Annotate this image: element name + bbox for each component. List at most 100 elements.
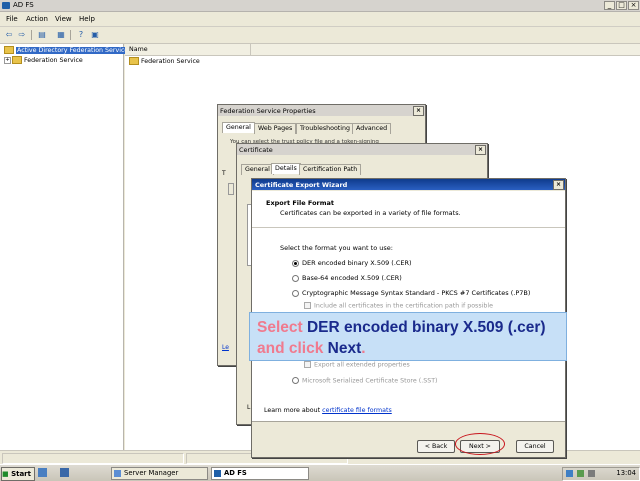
notification-icon[interactable] — [577, 470, 584, 477]
window-titlebar: AD FS _ □ × — [0, 0, 640, 12]
instruction-click: and click — [257, 340, 328, 357]
windows-logo-icon: ■ — [2, 470, 9, 478]
radio-sst[interactable] — [292, 377, 299, 384]
option-der-label: DER encoded binary X.509 (.CER) — [302, 259, 412, 267]
tab-general[interactable]: General — [222, 122, 255, 133]
menu-file[interactable]: File — [6, 15, 18, 23]
tab-web-pages[interactable]: Web Pages — [254, 123, 297, 134]
instruction-callout: Select DER encoded binary X.509 (.cer) a… — [249, 312, 567, 361]
powershell-quicklaunch-icon[interactable] — [60, 468, 69, 477]
certificate-dialog-title: Certificate — [239, 146, 273, 154]
tree-item-federation-service[interactable]: + Federation Service — [4, 56, 83, 64]
folder-icon — [12, 56, 22, 64]
task-server-manager-label: Server Manager — [124, 469, 179, 477]
start-button[interactable]: ■ Start — [1, 467, 35, 481]
menu-help[interactable]: Help — [79, 15, 95, 23]
network-icon[interactable] — [566, 470, 573, 477]
toolbar-separator — [31, 30, 32, 40]
export-wizard-titlebar: Certificate Export Wizard × — [252, 179, 565, 190]
option-base64[interactable]: Base-64 encoded X.509 (.CER) — [292, 274, 402, 282]
back-button[interactable]: < Back — [417, 440, 455, 453]
instruction-next: Next — [327, 340, 362, 357]
option-pkcs7-label: Cryptographic Message Syntax Standard - … — [302, 289, 531, 297]
tab-general[interactable]: General — [241, 164, 274, 175]
option-base64-label: Base-64 encoded X.509 (.CER) — [302, 274, 402, 282]
export-extended-checkbox[interactable]: Export all extended properties — [304, 361, 410, 369]
properties-dialog-titlebar: Federation Service Properties × — [218, 105, 425, 116]
properties-dialog-title: Federation Service Properties — [220, 107, 316, 115]
list-item-label: Federation Service — [141, 58, 200, 65]
export-list-icon[interactable]: ▦ — [56, 30, 66, 40]
checkbox[interactable] — [304, 361, 311, 368]
wizard-heading: Export File Format — [266, 199, 335, 207]
certificate-dialog-titlebar: Certificate × — [237, 144, 487, 155]
taskbar: ■ Start Server Manager AD FS 13:04 — [0, 464, 640, 481]
app-icon — [2, 2, 10, 9]
volume-icon[interactable] — [588, 470, 595, 477]
radio-base64[interactable] — [292, 274, 299, 282]
close-icon[interactable]: × — [413, 106, 424, 116]
certificate-label: L — [247, 404, 251, 411]
properties-field[interactable] — [228, 183, 234, 195]
export-extended-label: Export all extended properties — [314, 361, 410, 369]
task-server-manager[interactable]: Server Manager — [111, 467, 208, 480]
close-icon[interactable]: × — [553, 180, 564, 190]
option-pkcs7[interactable]: Cryptographic Message Syntax Standard - … — [292, 289, 530, 297]
menu-view[interactable]: View — [55, 15, 72, 23]
menu-action[interactable]: Action — [26, 15, 48, 23]
tab-troubleshooting[interactable]: Troubleshooting — [296, 123, 355, 134]
instruction-select: Select — [257, 319, 307, 336]
clock[interactable]: 13:04 — [616, 469, 636, 477]
system-tray: 13:04 — [562, 467, 640, 481]
column-divider[interactable] — [250, 44, 251, 55]
learn-more-prefix: Learn more about — [264, 407, 321, 414]
learn-more-text: Learn more about certificate file format… — [264, 407, 392, 414]
help-icon[interactable]: ? — [76, 30, 86, 40]
show-tree-icon[interactable]: ▤ — [37, 30, 47, 40]
properties-icon[interactable]: ▣ — [90, 30, 100, 40]
tree-root[interactable]: Active Directory Federation Services — [4, 46, 133, 54]
close-icon[interactable]: × — [475, 145, 486, 155]
status-cell — [2, 453, 184, 464]
option-sst-label: Microsoft Serialized Certificate Store (… — [302, 377, 438, 385]
close-button[interactable]: × — [628, 1, 639, 10]
expand-icon[interactable]: + — [4, 56, 11, 64]
tree-pane: Active Directory Federation Services + Fe… — [0, 44, 133, 464]
instruction-text: Select DER encoded binary X.509 (.cer) a… — [257, 317, 562, 359]
list-item[interactable]: Federation Service — [129, 57, 200, 65]
ad-fs-icon — [214, 469, 221, 477]
option-der[interactable]: DER encoded binary X.509 (.CER) — [292, 259, 412, 267]
window-title: AD FS — [13, 1, 34, 9]
cancel-button[interactable]: Cancel — [516, 440, 554, 453]
radio-pkcs7[interactable] — [292, 289, 299, 297]
toolbar: ⇦ ⇨ ▤ ▦ ? ▣ — [0, 27, 640, 44]
task-ad-fs[interactable]: AD FS — [211, 467, 309, 480]
divider — [252, 227, 565, 228]
start-label: Start — [11, 470, 31, 478]
server-manager-icon — [114, 469, 121, 477]
server-manager-quicklaunch-icon[interactable] — [38, 468, 47, 477]
option-sst[interactable]: Microsoft Serialized Certificate Store (… — [292, 377, 438, 385]
radio-der[interactable] — [292, 259, 299, 267]
learn-more-link[interactable]: Le — [222, 344, 229, 351]
properties-label: T — [222, 170, 226, 177]
tree-item-label: Federation Service — [24, 57, 83, 64]
checkbox[interactable] — [304, 302, 311, 309]
tree-root-label: Active Directory Federation Services — [16, 47, 133, 54]
forward-arrow-icon[interactable]: ⇨ — [17, 30, 27, 40]
back-arrow-icon[interactable]: ⇦ — [4, 30, 14, 40]
include-all-label: Include all certificates in the certific… — [314, 302, 493, 310]
minimize-button[interactable]: _ — [604, 1, 615, 10]
menu-bar: File Action View Help — [0, 12, 640, 27]
tab-advanced[interactable]: Advanced — [352, 123, 392, 134]
maximize-button[interactable]: □ — [616, 1, 627, 10]
task-ad-fs-label: AD FS — [224, 469, 247, 477]
folder-icon — [129, 57, 139, 65]
divider — [252, 421, 565, 422]
list-header: Name — [125, 44, 640, 56]
certificate-formats-link[interactable]: certificate file formats — [322, 407, 392, 414]
tab-details[interactable]: Details — [271, 163, 301, 174]
column-name-header[interactable]: Name — [129, 46, 148, 53]
include-all-checkbox[interactable]: Include all certificates in the certific… — [304, 302, 493, 310]
tab-certification-path[interactable]: Certification Path — [299, 164, 362, 175]
